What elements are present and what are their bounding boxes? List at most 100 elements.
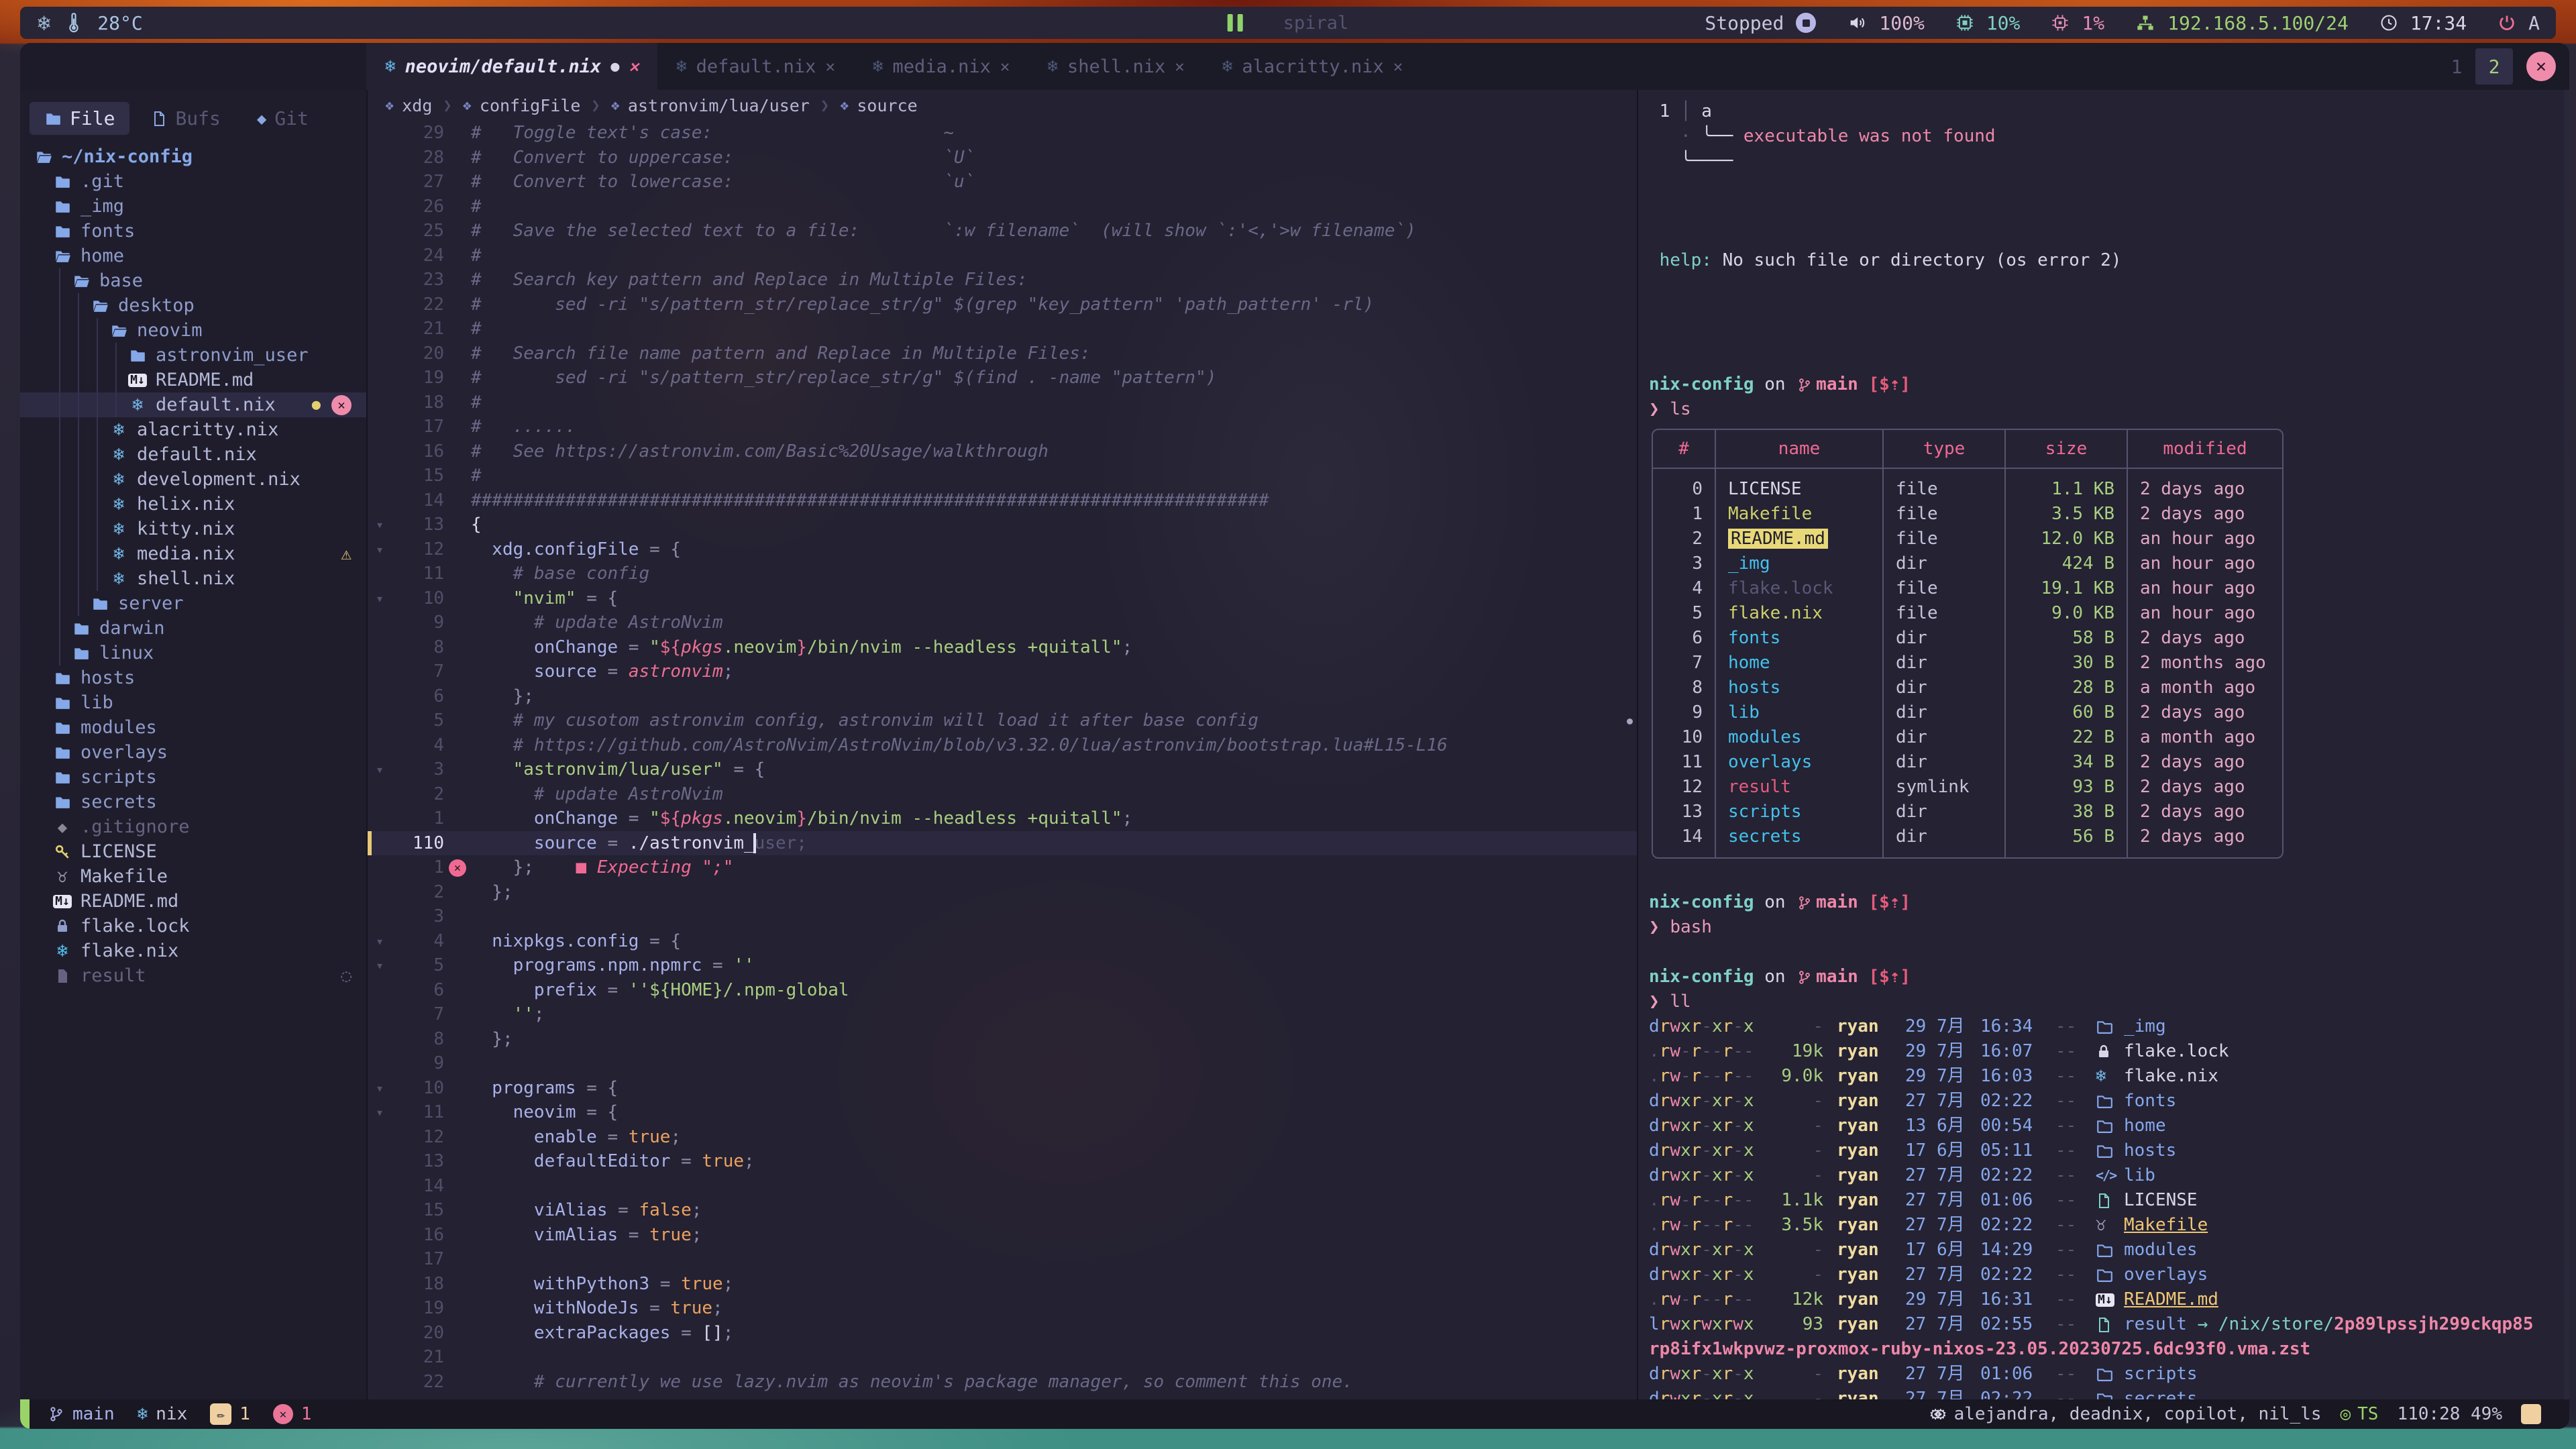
buffer-tab[interactable]: ❄ alacritty.nix ✕	[1203, 43, 1421, 90]
line-number: 20	[392, 341, 444, 366]
file-explorer[interactable]: FileBufs◆Git ~/nix-config .git _img font…	[20, 90, 368, 1399]
table-cell: a month ago	[2127, 676, 2282, 700]
close-file-icon[interactable]: ✕	[331, 395, 352, 415]
table-cell: flake.lock	[1715, 576, 1882, 601]
code-line: 27 # Convert to lowercase: `u`	[368, 170, 1637, 195]
fold-column[interactable]: ▾	[368, 953, 392, 978]
tree-item[interactable]: scripts	[20, 765, 366, 790]
tree-item[interactable]: ❄default.nix ●✕	[20, 392, 366, 417]
tree-item[interactable]: astronvim_user	[20, 343, 366, 368]
git-branch-widget[interactable]: main	[48, 1404, 115, 1424]
tree-item[interactable]: .git	[20, 169, 366, 194]
network-icon[interactable]	[2135, 13, 2155, 32]
explorer-tab-git[interactable]: ◆Git	[242, 102, 323, 135]
scrollbar-thumb[interactable]	[1627, 718, 1633, 724]
tree-item[interactable]: ❄default.nix	[20, 442, 366, 467]
breadcrumb-item[interactable]: ❖ configFile	[463, 96, 581, 115]
fold-column[interactable]: ▾	[368, 513, 392, 537]
tabpage-list: 12	[2438, 48, 2513, 85]
pause-icon[interactable]	[1228, 14, 1243, 32]
folder-icon	[51, 744, 74, 761]
stop-icon[interactable]	[1796, 13, 1816, 33]
memory-value: 10%	[1986, 12, 2021, 34]
tree-item[interactable]: result ◌	[20, 963, 366, 988]
tabpage-2[interactable]: 2	[2475, 48, 2513, 85]
code-line: 1 onChange = "${pkgs.neovim}/bin/nvim --…	[368, 806, 1637, 831]
tree-item[interactable]: fonts	[20, 219, 366, 244]
fold-column	[368, 439, 392, 464]
tree-item[interactable]: home	[20, 244, 366, 268]
tree-item[interactable]: ❄flake.nix	[20, 938, 366, 963]
buffer-tab[interactable]: ❄ shell.nix ✕	[1028, 43, 1203, 90]
tree-item[interactable]: neovim	[20, 318, 366, 343]
buffer-tab[interactable]: ❄ neovim/default.nix ● ✕	[366, 43, 657, 90]
buffer-tab[interactable]: ❄ media.nix ✕	[854, 43, 1028, 90]
fold-column	[368, 684, 392, 709]
tree-item[interactable]: overlays	[20, 740, 366, 765]
tree-item[interactable]: linux	[20, 641, 366, 665]
sign-column: ✕	[444, 855, 471, 880]
code-line: 21	[368, 1345, 1637, 1370]
fold-column[interactable]: ▾	[368, 1076, 392, 1101]
tree-item[interactable]: _img	[20, 194, 366, 219]
fold-column[interactable]: ▾	[368, 929, 392, 954]
tree-item[interactable]: darwin	[20, 616, 366, 641]
diagnostics-widget[interactable]: ✕ 1	[273, 1404, 312, 1424]
key-icon	[51, 843, 74, 861]
media-widget[interactable]: spiral	[1228, 13, 1349, 34]
fold-column[interactable]: ▾	[368, 757, 392, 782]
editor-pane[interactable]: ❖ xdg ❯ ❖ configFile ❯ ❖ astronvim/lua/u…	[368, 90, 1637, 1399]
tree-item[interactable]: server	[20, 591, 366, 616]
tree-item[interactable]: M↓README.md	[20, 368, 366, 392]
tree-item[interactable]: ◆.gitignore	[20, 814, 366, 839]
close-buffer-icon[interactable]: ✕	[1175, 57, 1184, 76]
fold-column[interactable]: ▾	[368, 586, 392, 611]
breadcrumb: ❖ xdg ❯ ❖ configFile ❯ ❖ astronvim/lua/u…	[368, 90, 1637, 121]
close-buffer-icon[interactable]: ✕	[629, 57, 639, 76]
tree-item[interactable]: ❄kitty.nix	[20, 517, 366, 541]
volume-icon[interactable]	[1847, 13, 1867, 32]
tree-item[interactable]: modules	[20, 715, 366, 740]
close-buffer-icon[interactable]: ✕	[1000, 57, 1010, 76]
code-area[interactable]: 29 # Toggle text's case: ~ 28 # Convert …	[368, 121, 1637, 1399]
git-branch-icon	[1797, 969, 1812, 985]
tabpage-1[interactable]: 1	[2438, 48, 2475, 85]
buffer-tab[interactable]: ❄ default.nix ✕	[657, 43, 854, 90]
tree-item[interactable]: ❄helix.nix	[20, 492, 366, 517]
power-icon[interactable]	[2498, 13, 2516, 32]
tree-item[interactable]: base	[20, 268, 366, 293]
tree-item[interactable]: ♉Makefile	[20, 864, 366, 889]
breadcrumb-item[interactable]: ❖ source	[840, 96, 918, 115]
close-buffer-icon[interactable]: ✕	[825, 57, 835, 76]
tree-item[interactable]: ~/nix-config	[20, 144, 366, 169]
tree-item[interactable]: ❄media.nix ⚠	[20, 541, 366, 566]
tree-item[interactable]: ❄shell.nix	[20, 566, 366, 591]
fold-column[interactable]: ▾	[368, 537, 392, 562]
modified-widget[interactable]: ✏ 1	[210, 1403, 250, 1425]
tree-item[interactable]: secrets	[20, 790, 366, 814]
fold-column[interactable]: ▾	[368, 1100, 392, 1125]
tree-item[interactable]: ❄development.nix	[20, 467, 366, 492]
tree-item[interactable]: LICENSE	[20, 839, 366, 864]
tree-item[interactable]: ❄alacritty.nix	[20, 417, 366, 442]
tree-item[interactable]: lib	[20, 690, 366, 715]
tree-item[interactable]: hosts	[20, 665, 366, 690]
close-window-button[interactable]: ✕	[2526, 52, 2556, 81]
table-cell: dir	[1882, 824, 2004, 849]
breadcrumb-item[interactable]: ❖ astronvim/lua/user	[611, 96, 810, 115]
nixos-logo-icon[interactable]: ❄	[38, 10, 50, 36]
terminal-pane[interactable]: 1 │ a · ╰── executable was not found ╰──…	[1637, 90, 2569, 1399]
tree-item[interactable]: M↓README.md	[20, 889, 366, 914]
tree-item[interactable]: flake.lock	[20, 914, 366, 938]
keyboard-layout[interactable]: A	[2528, 12, 2540, 34]
sign-column	[444, 659, 471, 684]
table-cell: 424 B	[2004, 551, 2127, 576]
fold-column	[368, 146, 392, 170]
explorer-tab-bufs[interactable]: Bufs	[136, 102, 235, 135]
close-buffer-icon[interactable]: ✕	[1393, 57, 1403, 76]
breadcrumb-item[interactable]: ❖ xdg	[385, 96, 432, 115]
fold-column	[368, 733, 392, 758]
table-cell: hosts	[1715, 676, 1882, 700]
explorer-tab-file[interactable]: File	[30, 102, 129, 135]
tree-item[interactable]: desktop	[20, 293, 366, 318]
